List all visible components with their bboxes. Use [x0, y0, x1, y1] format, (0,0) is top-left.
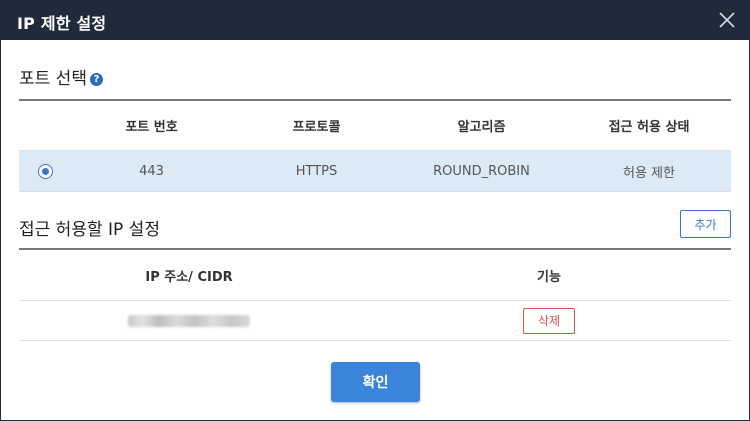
help-icon[interactable]: ? [89, 73, 103, 86]
cell-status: 허용 제한 [623, 165, 675, 181]
table-row: 삭제 [19, 301, 731, 341]
redacted-ip [128, 314, 250, 327]
dialog-titlebar: IP 제한 설정 [1, 1, 749, 40]
cell-protocol: HTTPS [295, 163, 338, 179]
port-section-label: 포트 선택 [19, 69, 87, 89]
cell-ip-address [119, 301, 259, 340]
col-ip-cidr: IP 주소/ CIDR [145, 269, 233, 285]
close-icon[interactable] [717, 10, 737, 30]
col-algorithm: 알고리즘 [457, 120, 506, 135]
port-radio[interactable] [37, 163, 53, 179]
row-radio-cell[interactable] [31, 151, 59, 191]
port-section-title: 포트 선택? [19, 64, 103, 89]
col-access-status: 접근 허용 상태 [608, 120, 690, 135]
ip-table-header: IP 주소/ CIDR 기능 [19, 248, 731, 301]
port-table: 포트 번호 프로토콜 알고리즘 접근 허용 상태 443 HTTPS ROUND… [19, 99, 731, 192]
delete-button[interactable]: 삭제 [523, 307, 575, 334]
add-button[interactable]: 추가 [680, 210, 731, 238]
ip-restriction-dialog: IP 제한 설정 포트 선택? 포트 번호 프로토콜 알고리즘 접근 허용 상태… [0, 0, 750, 421]
confirm-button[interactable]: 확인 [331, 362, 420, 402]
dialog-title: IP 제한 설정 [17, 14, 107, 33]
ip-table: IP 주소/ CIDR 기능 삭제 [19, 248, 731, 341]
table-row[interactable]: 443 HTTPS ROUND_ROBIN 허용 제한 [19, 151, 731, 192]
cell-function: 삭제 [523, 301, 575, 340]
col-function: 기능 [537, 269, 561, 285]
cell-algorithm: ROUND_ROBIN [433, 163, 530, 179]
ip-section-title: 접근 허용할 IP 설정 [19, 220, 160, 240]
col-port-number: 포트 번호 [125, 120, 178, 135]
col-protocol: 프로토콜 [292, 120, 341, 135]
port-table-header: 포트 번호 프로토콜 알고리즘 접근 허용 상태 [19, 99, 731, 151]
cell-port: 443 [139, 163, 164, 179]
